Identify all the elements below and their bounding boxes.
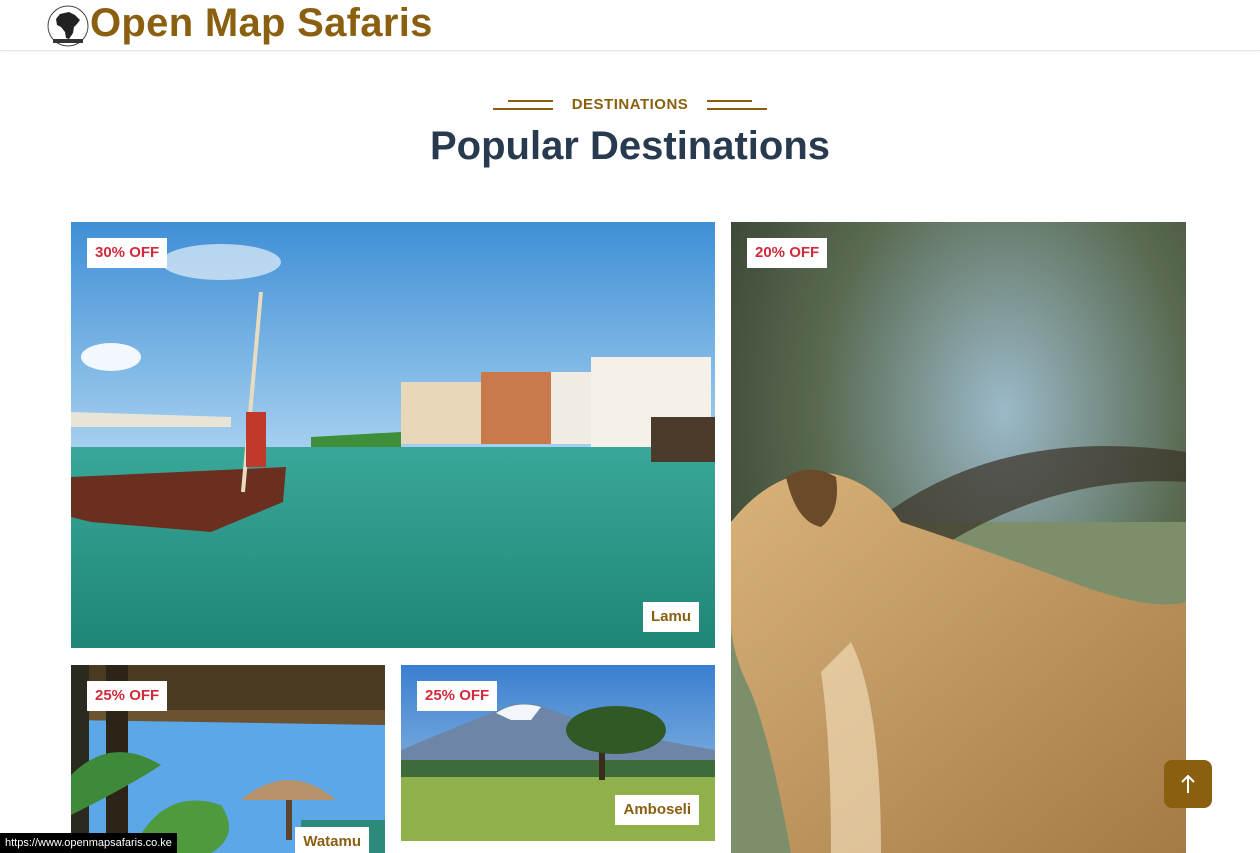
discount-badge: 30% OFF <box>87 238 168 268</box>
discount-badge: 25% OFF <box>417 681 498 711</box>
lamu-photo <box>71 222 715 648</box>
destination-label[interactable]: Amboseli <box>615 795 699 825</box>
lion-photo <box>731 222 1186 853</box>
section-title: Popular Destinations <box>429 124 831 168</box>
destination-card-watamu[interactable]: 25% OFF Watamu <box>71 665 385 853</box>
destination-label[interactable]: Watamu <box>295 827 369 853</box>
eyebrow-left-lines <box>493 99 554 110</box>
section-eyebrow: DESTINATIONS <box>0 96 1260 114</box>
arrow-up-icon <box>1181 774 1195 793</box>
brand-name[interactable]: Open Map Safaris <box>90 0 433 46</box>
discount-badge: 20% OFF <box>747 238 828 268</box>
destination-card-lamu[interactable]: 30% OFF Lamu <box>71 222 715 648</box>
site-header: Open Map Safaris <box>0 0 1260 51</box>
africa-logo-icon[interactable] <box>47 5 89 47</box>
destination-card-featured[interactable]: 20% OFF <box>731 222 1186 853</box>
destination-card-amboseli[interactable]: 25% OFF Amboseli <box>401 665 715 841</box>
destination-label[interactable]: Lamu <box>642 602 699 632</box>
eyebrow-right-lines <box>706 99 767 110</box>
discount-badge: 25% OFF <box>87 681 168 711</box>
eyebrow-text: DESTINATIONS <box>571 96 689 114</box>
scroll-to-top-button[interactable] <box>1164 760 1212 808</box>
link-status-url: https://www.openmapsafaris.co.ke <box>0 833 177 853</box>
